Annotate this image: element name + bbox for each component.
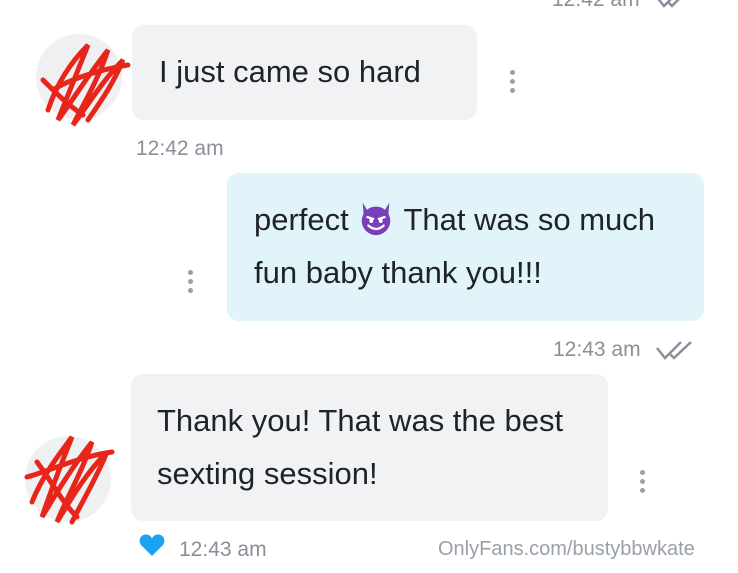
avatar[interactable] [24, 435, 115, 525]
message-time: 12:42 am [136, 137, 224, 160]
watermark: OnlyFans.com/bustybbwkate [438, 538, 695, 560]
message-bubble-incoming[interactable]: I just came so hard [132, 25, 477, 120]
scribble-redaction-icon [24, 435, 115, 525]
message-text: I just came so hard [159, 54, 421, 89]
message-time: 12:43 am [553, 338, 641, 361]
message-text-part: perfect [254, 202, 349, 237]
double-check-icon [655, 338, 697, 367]
heart-icon[interactable] [139, 533, 165, 562]
scribble-redaction-icon [40, 43, 131, 127]
message-options-icon[interactable] [507, 70, 517, 93]
message-time: 12:43 am [179, 538, 267, 561]
message-options-icon[interactable] [185, 270, 195, 293]
avatar[interactable] [36, 34, 131, 127]
previous-message-time: 12:42 am [552, 0, 640, 12]
message-text: Thank you! That was the best sexting ses… [157, 403, 564, 491]
message-bubble-incoming[interactable]: Thank you! That was the best sexting ses… [131, 374, 608, 521]
read-receipt-icon [654, 0, 694, 15]
smiling-devil-emoji [362, 202, 391, 236]
message-options-icon[interactable] [637, 470, 647, 493]
message-bubble-outgoing[interactable]: perfect That was so much fun baby thank … [227, 173, 704, 321]
